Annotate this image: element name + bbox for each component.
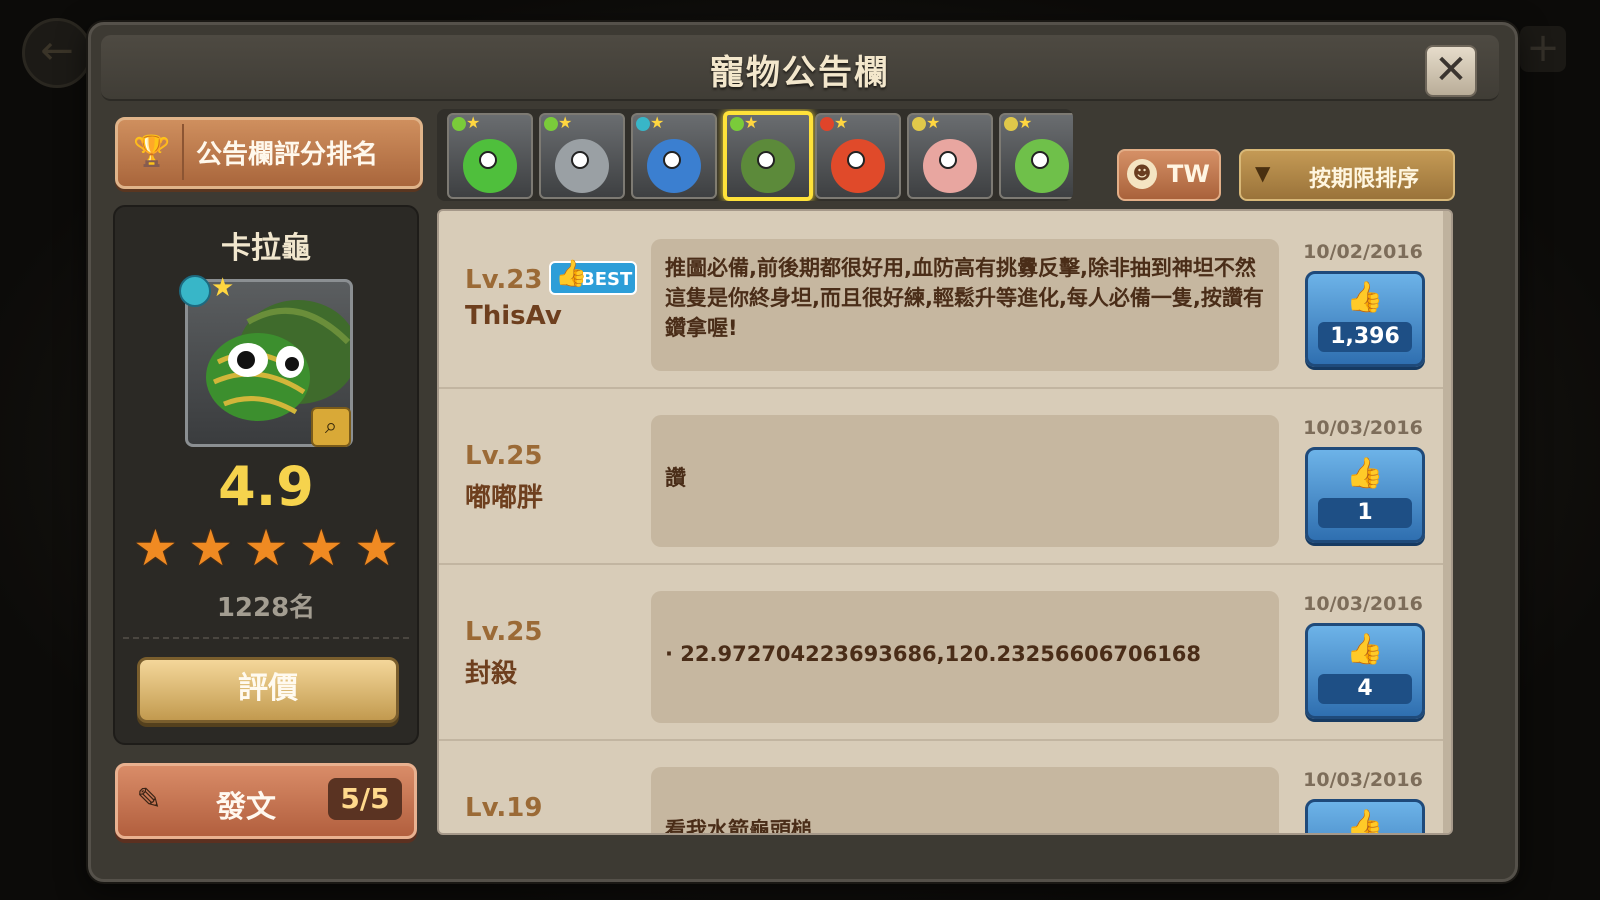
user-name[interactable]: 封殺 (465, 653, 517, 690)
dialog-title: 寵物公告欄 (710, 53, 890, 93)
user-name[interactable]: ThisAv (465, 301, 562, 331)
pet-thumbnail[interactable]: ★ (539, 113, 625, 199)
thumbs-up-icon: 👍 (1346, 456, 1384, 491)
list-item: Lv.19 看我水箭龜頭槌 10/03/2016 👍 (439, 739, 1443, 835)
star-icon: ★ (650, 113, 665, 132)
pet-eye (571, 151, 589, 169)
region-label: TW (1167, 160, 1210, 188)
scrollbar[interactable] (1443, 211, 1451, 833)
star-icon: ★ (211, 273, 235, 303)
pet-board-dialog: 寵物公告欄 ✕ 🏆 公告欄評分排名 卡拉龜 ★ ⌕ 4.9 ★ ★ ★ ★ ★ … (88, 22, 1518, 882)
element-icon (820, 117, 834, 131)
plus-icon: + (1520, 26, 1566, 72)
thumbs-up-icon: 👍 (1346, 280, 1384, 315)
element-icon (730, 117, 744, 131)
region-button[interactable]: ☻ TW (1117, 149, 1221, 201)
rank-button[interactable]: 🏆 公告欄評分排名 (115, 117, 423, 189)
pet-thumbnail[interactable]: ★ (631, 113, 717, 199)
sort-label: 按期限排序 (1309, 167, 1420, 192)
user-level: Lv.25 (465, 441, 543, 471)
rank-button-label: 公告欄評分排名 (196, 140, 379, 170)
element-icon (452, 117, 466, 131)
triangle-down-icon: ▼ (1255, 161, 1271, 185)
like-count: 1,396 (1318, 322, 1412, 352)
pet-card: 卡拉龜 ★ ⌕ 4.9 ★ ★ ★ ★ ★ 1228名 評價 (113, 205, 419, 745)
water-element-icon (179, 275, 211, 307)
element-icon (544, 117, 558, 131)
like-button[interactable]: 👍 (1305, 799, 1425, 835)
pet-thumbnail[interactable]: ★ (447, 113, 533, 199)
pet-eye (757, 151, 775, 169)
pet-eye (1031, 151, 1049, 169)
close-button[interactable]: ✕ (1425, 45, 1477, 97)
trophy-icon: 🏆 (133, 134, 171, 169)
pet-thumbnail[interactable]: ★ (815, 113, 901, 199)
user-level: Lv.23 (465, 265, 543, 295)
rating-star-icon: ★ (354, 519, 399, 577)
pet-eye (847, 151, 865, 169)
list-item: Lv.25 封殺 · 22.972704223693686,120.232566… (439, 563, 1443, 741)
comment-text: 讚 (665, 466, 686, 490)
thumbs-up-icon: 👍 (1346, 632, 1384, 667)
pet-thumbnail[interactable]: ★ (723, 111, 813, 201)
post-list[interactable]: Lv.23 ThisAv 👍 BEST 推圖必備,前後期都很好用,血防高有挑釁反… (437, 209, 1453, 835)
post-date: 10/03/2016 (1303, 769, 1423, 791)
back-arrow-icon: ← (22, 18, 92, 88)
post-date: 10/03/2016 (1303, 417, 1423, 439)
rating-star-icon: ★ (298, 519, 344, 577)
user-level: Lv.25 (465, 617, 543, 647)
rate-button[interactable]: 評價 (137, 657, 399, 723)
star-icon: ★ (1018, 113, 1033, 132)
element-icon (636, 117, 650, 131)
list-item: Lv.25 嘟嘟胖 讚 10/03/2016 👍 1 (439, 387, 1443, 565)
pet-name: 卡拉龜 (221, 231, 311, 266)
comment-text: 看我水箭龜頭槌 (665, 818, 812, 835)
pet-eye (479, 151, 497, 169)
post-button-label: 發文 (216, 790, 276, 825)
star-icon: ★ (744, 113, 759, 132)
comment-text: 推圖必備,前後期都很好用,血防高有挑釁反擊,除非抽到神坦不然這隻是你終身坦,而且… (665, 256, 1264, 340)
user-name[interactable]: 嘟嘟胖 (465, 477, 543, 514)
like-count: 4 (1318, 674, 1412, 704)
rating-star-icon: ★ (188, 519, 234, 577)
skull-icon: ☻ (1127, 159, 1157, 189)
pet-rank: 1228名 (216, 593, 316, 623)
sort-button[interactable]: ▼ 按期限排序 (1239, 149, 1455, 201)
pet-thumbnail[interactable]: ★ (999, 113, 1073, 199)
divider (182, 124, 184, 180)
thumbs-up-icon: 👍 (555, 259, 588, 289)
pet-thumbnail[interactable]: ★ (907, 113, 993, 199)
rating-star-icon: ★ (243, 519, 289, 577)
star-icon: ★ (466, 113, 481, 132)
edit-icon: ✎ (136, 782, 162, 817)
pet-eye (663, 151, 681, 169)
like-count: 1 (1318, 498, 1412, 528)
like-button[interactable]: 👍 4 (1305, 623, 1425, 719)
magnify-icon[interactable]: ⌕ (311, 407, 351, 447)
user-level: Lv.19 (465, 793, 543, 823)
best-badge: 👍 BEST (549, 259, 637, 295)
comment-text: · 22.972704223693686,120.23256606706168 (665, 642, 1202, 666)
divider (123, 637, 409, 639)
pet-eye (939, 151, 957, 169)
post-date: 10/02/2016 (1303, 241, 1423, 263)
element-icon (1004, 117, 1018, 131)
pet-score: 4.9 (218, 455, 314, 518)
star-icon: ★ (926, 113, 941, 132)
post-date: 10/03/2016 (1303, 593, 1423, 615)
title-bar: 寵物公告欄 ✕ (101, 35, 1499, 101)
like-button[interactable]: 👍 1 (1305, 447, 1425, 543)
like-button[interactable]: 👍 1,396 (1305, 271, 1425, 367)
rating-stars: ★ ★ ★ ★ ★ (133, 523, 399, 573)
list-item: Lv.23 ThisAv 👍 BEST 推圖必備,前後期都很好用,血防高有挑釁反… (439, 211, 1443, 389)
best-label: BEST (581, 269, 633, 290)
rating-star-icon: ★ (133, 519, 178, 577)
star-icon: ★ (834, 113, 849, 132)
star-icon: ★ (558, 113, 573, 132)
element-icon (912, 117, 926, 131)
post-count: 5/5 (328, 778, 402, 820)
pet-thumbnail-strip[interactable]: ★ ★ ★ ★ ★ ★ ★ (437, 109, 1073, 201)
post-button[interactable]: ✎ 發文 5/5 (115, 763, 417, 839)
thumbs-up-icon: 👍 (1346, 808, 1384, 835)
